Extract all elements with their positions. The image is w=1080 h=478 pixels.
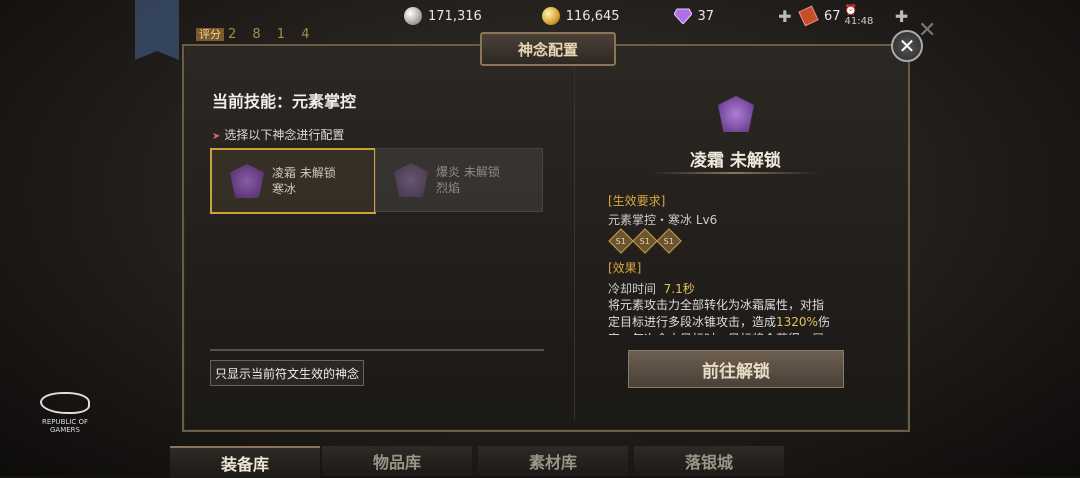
tab-equipment[interactable]: 装备库 [170,446,320,478]
card-status: 未解锁 [463,165,500,179]
gem-amount: 37 [697,8,715,24]
desc-percent: 1320% [776,315,818,329]
linshuang-emblem-icon [230,164,264,198]
cooldown-line: 冷却时间 7.1秒 [608,280,695,297]
add-tickets-plus-icon[interactable]: ✚ [895,7,908,26]
cooldown-value: 7.1秒 [663,282,695,296]
rog-eye-icon [40,392,90,414]
card-name: 凌霜 [272,166,297,180]
tab-materials[interactable]: 素材库 [478,446,628,476]
current-skill-label: 当前技能：元素掌控 [212,92,357,111]
silver-amount: 171,316 [428,8,482,24]
tab-items[interactable]: 物品库 [322,446,472,476]
select-hint: ➤ 选择以下神念进行配置 [212,126,344,143]
detail-title: 凌霜 未解锁 [690,151,781,171]
baoyan-emblem-icon [394,163,428,197]
card-sub: 寒冰 [272,182,297,196]
resource-bar: 171,316 116,645 37 ✚ 67 ⏰41:48 ✚ [390,0,910,32]
gem-resource: 37 [673,8,715,24]
gold-coin-icon [541,7,560,25]
list-scrollbar[interactable] [210,349,544,351]
diamond-icon [673,8,692,24]
hint-arrow-icon: ➤ [212,131,221,142]
dialog-title: 神念配置 [480,32,616,66]
effect-header: [效果] [608,261,642,275]
silver-resource: 171,316 [404,7,482,25]
spirit-card-baoyan[interactable]: 爆炎 未解锁 烈焰 [375,148,543,212]
requirement-header: [生效要求] [608,194,666,208]
rog-logo: REPUBLIC OF GAMERS [30,392,100,434]
panel-divider [574,60,575,420]
close-icon: ✕ [898,34,916,58]
timer-value: 41:48 [844,16,874,27]
card-text: 凌霜 未解锁 寒冰 [272,165,336,197]
rog-line1: REPUBLIC OF [41,418,89,426]
score-value: 2 8 1 4 [228,27,316,42]
gold-resource: 116,645 [541,7,620,25]
add-gems-plus-icon[interactable]: ✚ [778,7,791,26]
score-display: 评分 2 8 1 4 [196,26,315,42]
score-label: 评分 [196,28,224,41]
spirit-card-linshuang[interactable]: 凌霜 未解锁 寒冰 [210,148,376,214]
gold-amount: 116,645 [565,8,620,24]
card-text: 爆炎 未解锁 烈焰 [436,164,500,196]
ticket-amount: 67 [824,8,841,24]
effect-description[interactable]: 将元素攻击力全部转化为冰霜属性，对指定目标进行多段冰锥攻击，造成1320%伤害，… [608,297,834,335]
rog-line2: GAMERS [50,426,80,434]
ticket-icon [798,5,819,27]
close-button[interactable]: ✕ [891,30,923,62]
silver-coin-icon [404,7,422,25]
filter-toggle-button[interactable]: 只显示当前符文生效的神念 [210,360,365,386]
cooldown-label: 冷却时间 [608,282,657,296]
guild-banner[interactable] [135,0,179,60]
card-status: 未解锁 [299,166,336,180]
go-unlock-button[interactable]: 前往解锁 [628,350,844,388]
card-name: 爆炎 [436,165,461,179]
select-hint-text: 选择以下神念进行配置 [224,128,345,142]
ticket-timer: ⏰41:48 [844,5,874,27]
requirement-text: 元素掌控・寒冰 Lv6 [608,213,718,227]
card-sub: 烈焰 [436,181,461,195]
tab-city[interactable]: 落银城 [634,446,784,476]
ticket-resource: 67 ⏰41:48 [798,5,876,27]
title-ornament [652,172,818,174]
